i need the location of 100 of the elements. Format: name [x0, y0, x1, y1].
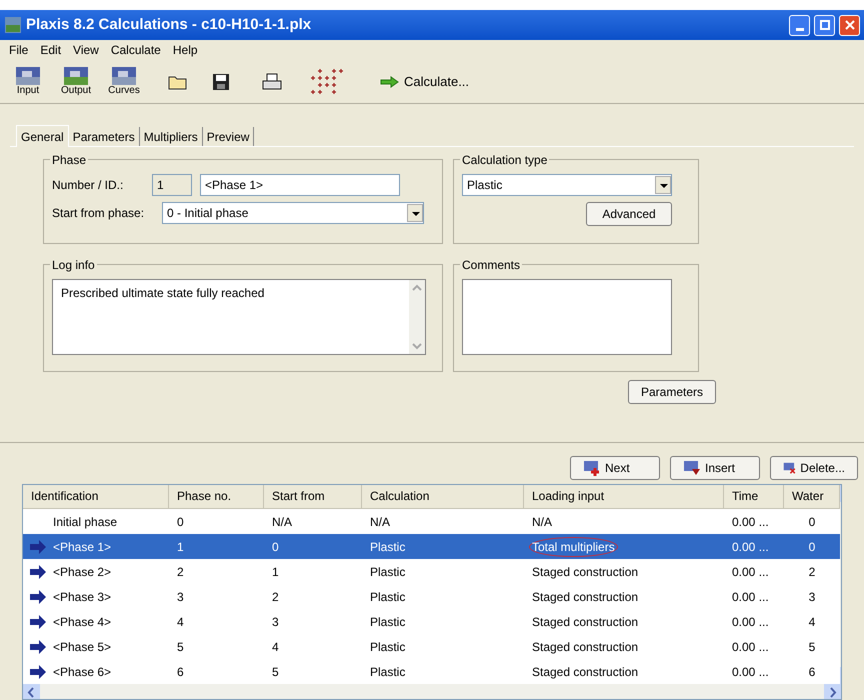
table-cell-text: <Phase 1>: [53, 538, 112, 556]
table-cell-text: 3: [272, 614, 279, 630]
menu-item[interactable]: File: [4, 41, 34, 59]
table-cell-text: Initial phase: [53, 514, 118, 530]
column-header[interactable]: Calculation: [362, 485, 524, 509]
close-icon: [844, 20, 854, 30]
table-cell-text: N/A: [272, 514, 292, 530]
selected-row[interactable]: <Phase 1> 1 0 Plastic Total multipliers 0.00 ... 0: [23, 534, 840, 559]
table-cell-text: N/A: [370, 514, 390, 530]
toolbar-button[interactable]: Input: [8, 66, 48, 96]
table-row[interactable]: <Phase 2> 2 1 Plastic Staged construction 0.00 ... 2: [23, 559, 840, 584]
app-icon: [4, 16, 22, 34]
table-cell-text: Plastic: [370, 614, 406, 630]
column-header[interactable]: Start from: [264, 485, 362, 509]
menu-item[interactable]: Help: [168, 41, 203, 59]
table-row[interactable]: Initial phase 0 N/A N/A N/A 0.00 ... 0: [23, 509, 840, 534]
table-cell-text: Plastic: [370, 538, 406, 556]
next-icon: [583, 459, 601, 477]
column-header[interactable]: Identification: [23, 485, 169, 509]
comments-text-area[interactable]: [462, 279, 672, 355]
printer-icon: [262, 72, 282, 90]
table-cell-text: N/A: [532, 514, 552, 530]
table-cell-text: Staged construction: [532, 588, 638, 606]
table-cell-text: 1: [177, 538, 184, 556]
scroll-left-icon: [23, 684, 40, 699]
delete-button[interactable]: Delete...: [770, 456, 858, 480]
table-cell-text: 0.00 ...: [732, 564, 769, 580]
log-text-area: Prescribed ultimate state fully reached: [52, 279, 426, 355]
scrollbar[interactable]: [409, 280, 425, 354]
table-cell-text: <Phase 3>: [53, 588, 112, 606]
table-cell-text: 4: [272, 638, 279, 656]
landscape-icon: [112, 66, 136, 84]
toolbar-button[interactable]: Curves: [104, 66, 144, 96]
table-cell-text: 2: [272, 588, 279, 606]
table-cell: Total multipliers: [529, 536, 618, 556]
minimize-icon: [796, 28, 804, 30]
table-cell-text: 0.00 ...: [732, 614, 769, 630]
table-cell-text: 0: [808, 538, 816, 556]
table-cell-text: Plastic: [370, 588, 406, 606]
table-cell-text: 6: [177, 664, 184, 680]
table-row[interactable]: <Phase 4> 4 3 Plastic Staged construction 0.00 ... 4: [23, 609, 840, 634]
close-button[interactable]: [839, 14, 860, 36]
maximize-icon: [820, 20, 830, 30]
table-cell-text: <Phase 2>: [53, 564, 112, 580]
arrow-right-icon: [380, 76, 400, 88]
column-header[interactable]: Loading input: [524, 485, 724, 509]
folder-icon: [168, 74, 188, 90]
table-cell-text: <Phase 5>: [53, 638, 112, 656]
tab[interactable]: General: [16, 125, 69, 147]
insert-icon: [683, 459, 701, 477]
table-row[interactable]: <Phase 5> 5 4 Plastic Staged construction 0.00 ... 5: [23, 634, 840, 659]
table-cell-text: <Phase 6>: [53, 664, 112, 680]
landscape-icon: [16, 66, 40, 84]
table-cell-text: 5: [272, 664, 279, 680]
field-label: Number / ID.:: [52, 177, 124, 194]
advanced-button[interactable]: Advanced: [586, 202, 672, 226]
table-cell-text: Plastic: [370, 638, 406, 656]
table-cell-text: <Phase 4>: [53, 614, 112, 630]
id-field[interactable]: <Phase 1>: [200, 174, 400, 196]
calculate-button[interactable]: Calculate...: [380, 72, 470, 92]
table-cell-text: 0: [177, 514, 184, 530]
insert-button[interactable]: Insert: [670, 456, 760, 480]
table-cell-text: 0: [272, 538, 279, 556]
menu-item[interactable]: View: [68, 41, 104, 59]
table-cell-text: 4: [177, 614, 184, 630]
table-cell-text: 5: [808, 638, 816, 656]
table-cell-text: Staged construction: [532, 564, 638, 580]
next-button[interactable]: Next: [570, 456, 660, 480]
menu-item[interactable]: Edit: [35, 41, 66, 59]
table-cell-text: Staged construction: [532, 664, 638, 680]
column-header[interactable]: Time: [724, 485, 784, 509]
calculation-type-dropdown[interactable]: Plastic: [462, 174, 672, 196]
table-cell-text: Staged construction: [532, 614, 638, 630]
minimize-button[interactable]: [789, 14, 810, 36]
table-cell-text: 0.00 ...: [732, 638, 769, 656]
menu-item[interactable]: Calculate: [106, 41, 166, 59]
column-header[interactable]: Water: [784, 485, 840, 509]
table-cell-text: 3: [808, 588, 816, 606]
start-phase-dropdown[interactable]: 0 - Initial phase: [162, 202, 424, 224]
table-cell-text: Plastic: [370, 664, 406, 680]
table-row[interactable]: <Phase 3> 3 2 Plastic Staged construction 0.00 ... 3: [23, 584, 840, 609]
table-row[interactable]: <Phase 6> 6 5 Plastic Staged construction 0.00 ... 6: [23, 659, 840, 684]
column-header[interactable]: Phase no.: [169, 485, 264, 509]
table-cell-text: 2: [177, 564, 184, 580]
table-cell-text: 3: [177, 588, 184, 606]
table-cell-text: 4: [808, 614, 816, 630]
table-cell-text: 0.00 ...: [732, 538, 769, 556]
toolbar-button[interactable]: Output: [56, 66, 96, 96]
table-cell-text: Plastic: [370, 564, 406, 580]
table-cell-text: 6: [808, 664, 816, 680]
table-cell-text: 0.00 ...: [732, 514, 769, 530]
cross-grid-icon: [310, 68, 344, 96]
parameters-button[interactable]: Parameters: [628, 380, 716, 404]
table-cell-text: 5: [177, 638, 184, 656]
maximize-button[interactable]: [814, 14, 835, 36]
table-cell-text: 0.00 ...: [732, 664, 769, 680]
window-title: Plaxis 8.2 Calculations - c10-H10-1-1.plx: [26, 14, 312, 35]
landscape-icon: [64, 66, 88, 84]
table-cell-text: 0.00 ...: [732, 588, 769, 606]
table-cell-text: 0: [808, 514, 816, 530]
